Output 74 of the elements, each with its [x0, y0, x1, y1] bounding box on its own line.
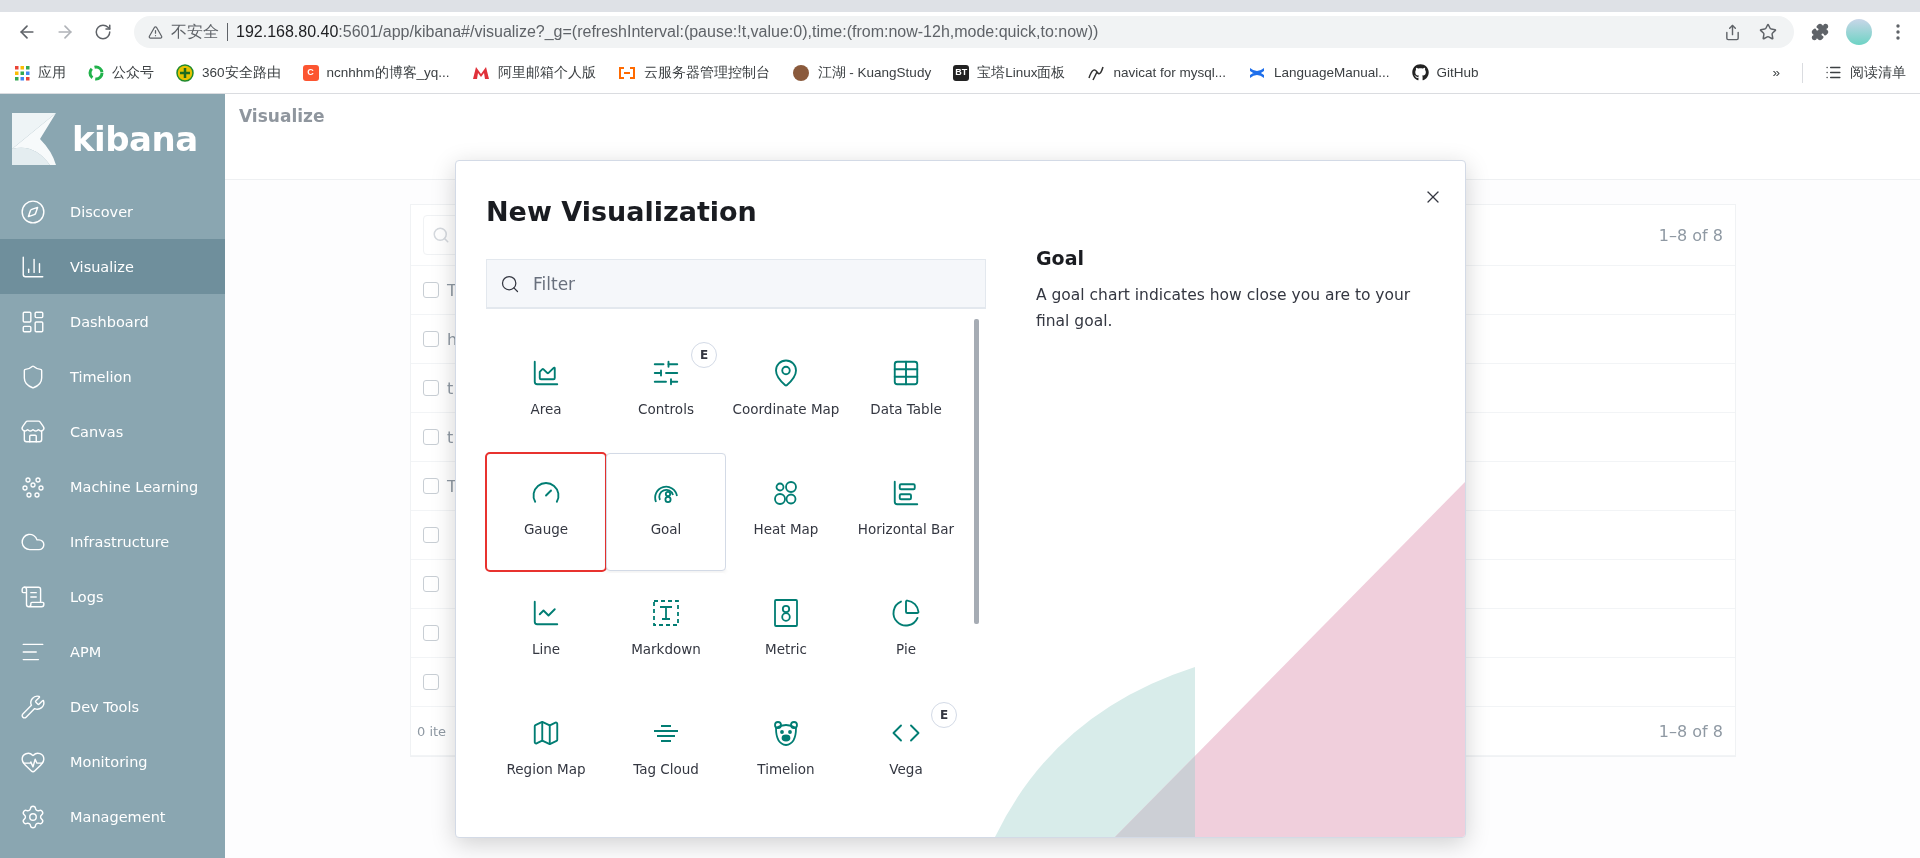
puzzle-icon	[1811, 23, 1829, 41]
area-chart-icon	[531, 358, 561, 388]
pagination-count: 1–8 of 8	[1658, 225, 1723, 245]
search-icon	[432, 226, 450, 244]
bookmark-link[interactable]: BT 宝塔Linux面板	[953, 63, 1066, 82]
visualization-type-card[interactable]: Goal	[606, 453, 726, 571]
table-icon	[891, 358, 921, 388]
bookmark-link[interactable]: LanguageManual...	[1247, 63, 1390, 82]
filter-field[interactable]: Filter	[486, 259, 986, 309]
bookmark-link[interactable]: navicat for mysql...	[1087, 63, 1226, 82]
avatar-icon	[791, 63, 810, 82]
apps-grid-icon	[14, 64, 30, 81]
metric-icon	[771, 598, 801, 628]
logo-icon: C	[302, 64, 319, 81]
share-icon	[1723, 23, 1741, 41]
bookmark-link[interactable]: 阿里邮箱个人版	[471, 63, 596, 82]
menu-icon	[1896, 24, 1900, 40]
compass-icon	[20, 198, 46, 225]
bookmark-link[interactable]: GitHub	[1411, 64, 1479, 81]
bear-face-icon	[771, 718, 801, 748]
address-bar[interactable]: 不安全 192.168.80.40:5601/app/kibana#/visualize?_g=(refreshInterval:(pause:!t,value:0),time:(from:now-12h,mode:quick,to:now))	[134, 16, 1794, 48]
experimental-badge: E	[691, 342, 717, 368]
row-checkbox[interactable]	[423, 380, 439, 396]
detail-title: Goal	[1036, 247, 1085, 269]
profile-avatar[interactable]	[1846, 19, 1872, 45]
page-title: Visualize	[239, 106, 325, 126]
map-icon	[531, 718, 561, 748]
sliders-icon	[651, 358, 681, 388]
bookmark-link[interactable]: 应用	[14, 63, 66, 82]
bookmark-link[interactable]: 云服务器管理控制台	[617, 63, 770, 82]
row-checkbox[interactable]	[423, 282, 439, 298]
bookmark-link[interactable]: 360安全路由	[176, 63, 281, 82]
url-text: 192.168.80.40:5601/app/kibana#/visualize?_g=(refreshInterval:(pause:!t,value:0),time:(from:now-12h,mode:quick,to:now))	[236, 23, 1100, 41]
bracket-logo-icon	[617, 66, 636, 79]
horizontal-bar-icon	[891, 478, 921, 508]
row-checkbox[interactable]	[423, 625, 439, 641]
row-checkbox[interactable]	[423, 429, 439, 445]
ring-logo-icon	[88, 64, 104, 81]
line-chart-icon	[531, 598, 561, 628]
star-icon	[1759, 23, 1777, 41]
security-label: 不安全	[171, 21, 219, 42]
row-checkbox[interactable]	[423, 331, 439, 347]
search-icon	[500, 274, 520, 294]
visualization-type-card[interactable]: Gauge	[486, 453, 606, 571]
dialog-title: New Visualization	[486, 194, 758, 229]
logo-icon	[12, 113, 56, 165]
reading-list-button[interactable]: 阅读清单	[1825, 63, 1906, 82]
table-cell: t	[447, 427, 454, 447]
more-bookmarks-button[interactable]: »	[1772, 65, 1780, 80]
row-checkbox[interactable]	[423, 674, 439, 690]
table-cell: t	[447, 378, 454, 398]
list-icon	[1825, 64, 1842, 81]
warning-icon	[148, 24, 163, 40]
bookmark-link[interactable]: 公众号	[88, 63, 154, 82]
github-icon	[1411, 64, 1429, 81]
row-checkbox[interactable]	[423, 576, 439, 592]
dashed-frame-icon	[651, 598, 681, 628]
plus-circle-icon	[176, 63, 194, 82]
detail-description: A goal chart indicates how close you are to your final goal.	[1036, 285, 1412, 332]
row-checkbox[interactable]	[423, 478, 439, 494]
experimental-badge: E	[931, 702, 957, 728]
logo-text: kibana	[72, 119, 198, 159]
bookmark-link[interactable]: 江湖 - KuangStudy	[791, 63, 932, 82]
pagination-count: 1–8 of 8	[1658, 721, 1723, 741]
store-icon	[20, 418, 46, 445]
settings-icon	[20, 803, 46, 830]
m-logo-icon	[471, 65, 490, 80]
wrench-icon	[20, 693, 46, 720]
bookmark-link[interactable]: C ncnhhm的博客_yq...	[302, 63, 450, 82]
reload-icon	[94, 23, 112, 41]
row-checkbox[interactable]	[423, 527, 439, 543]
logo-icon: BT	[953, 64, 970, 81]
item-count: 0 ite	[417, 723, 447, 739]
pie-chart-icon	[891, 598, 921, 628]
